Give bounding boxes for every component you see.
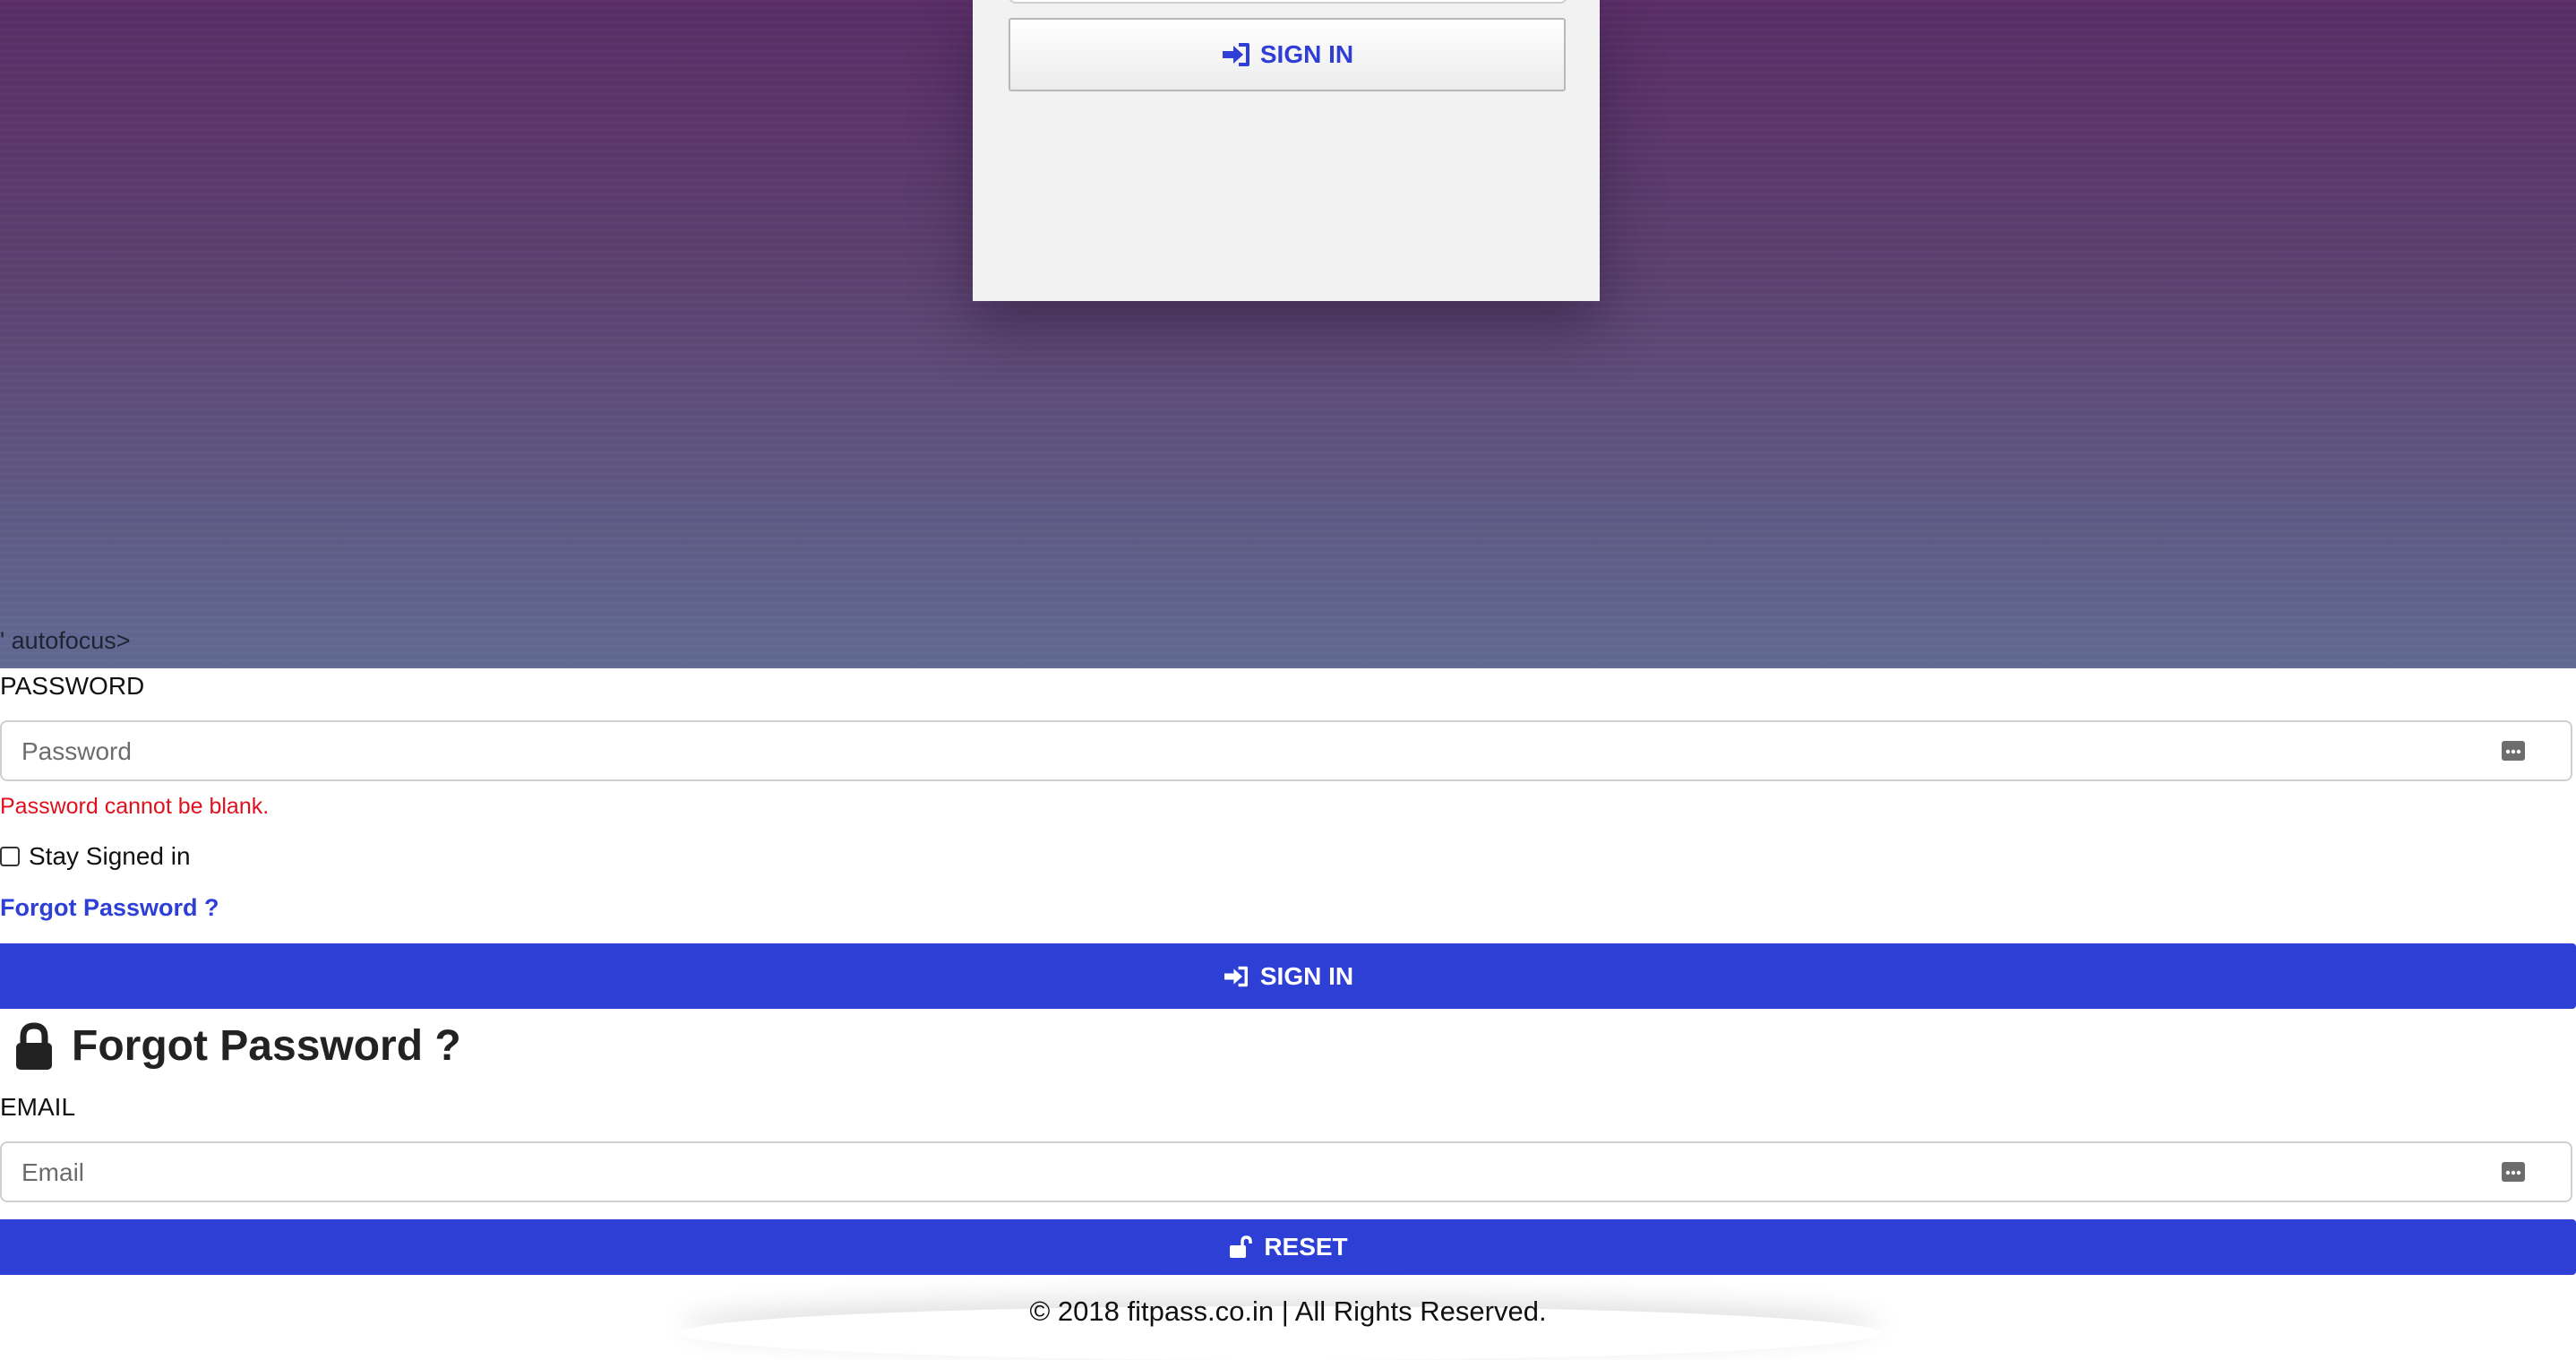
signin-button[interactable]: SIGN IN (0, 943, 2576, 1009)
password-label: PASSWORD (0, 672, 145, 700)
stray-markup-text: ' autofocus> (0, 627, 131, 654)
forgot-password-link[interactable]: Forgot Password ? (0, 894, 219, 922)
password-manager-key-icon[interactable] (2501, 738, 2526, 763)
hero-background: SIGN IN (0, 0, 2576, 668)
sign-in-icon (1224, 966, 1248, 986)
footer: © 2018 fitpass.co.in | All Rights Reserv… (0, 1274, 2576, 1340)
email-input[interactable] (20, 1143, 2477, 1202)
password-field[interactable] (0, 720, 2572, 781)
footer-copyright: © 2018 fitpass.co.in | All Rights Reserv… (1029, 1295, 1547, 1327)
forgot-password-heading-text: Forgot Password ? (72, 1022, 461, 1070)
email-label: EMAIL (0, 1093, 76, 1121)
sign-in-icon (1222, 43, 1249, 66)
reset-button-label: RESET (1264, 1233, 1348, 1261)
login-card: SIGN IN (973, 0, 1600, 301)
card-input-field[interactable] (1009, 0, 1567, 4)
card-signin-button[interactable]: SIGN IN (1009, 18, 1566, 91)
stay-signed-in-checkbox[interactable] (0, 847, 20, 866)
card-signin-label: SIGN IN (1259, 40, 1354, 68)
password-input[interactable] (20, 722, 2477, 781)
email-field[interactable] (0, 1141, 2572, 1202)
stay-signed-in-label: Stay Signed in (29, 842, 191, 870)
password-error-message: Password cannot be blank. (0, 794, 270, 819)
password-manager-key-icon[interactable] (2501, 1159, 2526, 1184)
signin-button-label: SIGN IN (1259, 961, 1354, 990)
stay-signed-in-row[interactable]: Stay Signed in (0, 842, 191, 871)
lock-icon (16, 1021, 52, 1070)
unlock-icon (1230, 1235, 1253, 1258)
forgot-password-heading: Forgot Password ? (13, 1021, 461, 1071)
reset-button[interactable]: RESET (0, 1219, 2576, 1275)
